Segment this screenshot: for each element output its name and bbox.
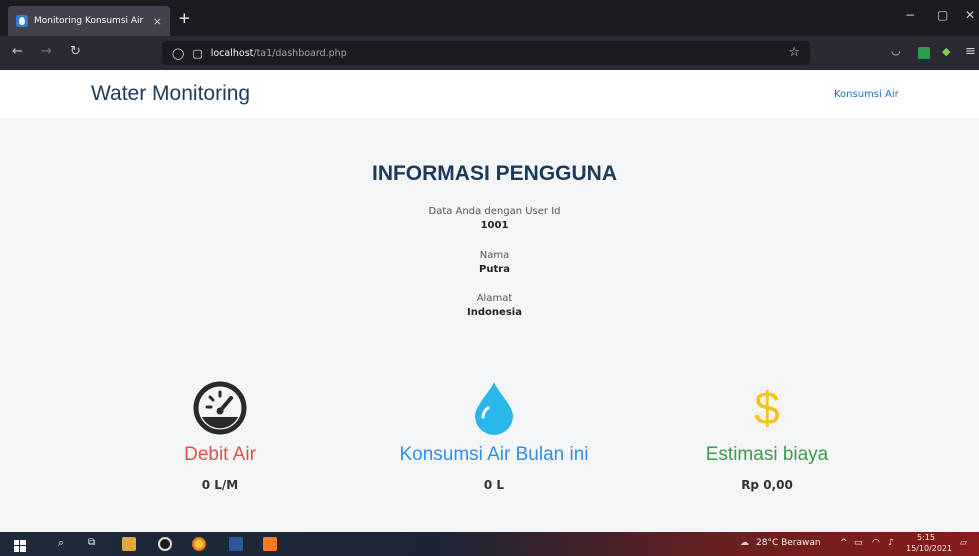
word-icon[interactable] xyxy=(229,537,243,551)
file-explorer-icon[interactable] xyxy=(122,537,136,551)
info-value: 1001 xyxy=(480,220,509,231)
browser-navbar: ← → ↻ ◯ ▢ localhost/ta1/dashboard.php ☆ … xyxy=(0,36,979,70)
pocket-icon[interactable]: ◡ xyxy=(891,44,901,57)
menu-icon[interactable]: ≡ xyxy=(965,44,976,59)
info-label: Nama xyxy=(479,250,510,261)
water-favicon-icon xyxy=(16,15,28,27)
maximize-icon[interactable]: ▢ xyxy=(937,8,948,22)
info-user-id: Data Anda dengan User Id 1001 xyxy=(0,206,979,231)
bookmark-star-icon[interactable]: ☆ xyxy=(788,45,800,60)
forward-icon[interactable]: → xyxy=(41,44,52,59)
url-bar[interactable]: ◯ ▢ localhost/ta1/dashboard.php ☆ xyxy=(162,41,810,65)
reload-icon[interactable]: ↻ xyxy=(70,44,81,59)
minimize-icon[interactable]: − xyxy=(905,8,915,22)
info-label: Alamat xyxy=(476,293,513,304)
volume-icon[interactable]: ♪ xyxy=(888,538,894,548)
extension-leaf-icon[interactable]: ◆ xyxy=(942,45,954,58)
stat-value: Rp 0,00 xyxy=(741,478,793,492)
url-host: localhost xyxy=(210,47,254,59)
weather-text[interactable]: 28°C Berawan xyxy=(756,538,821,548)
clock-date[interactable]: 15/10/2021 xyxy=(906,544,952,553)
stat-value: 0 L xyxy=(483,478,505,492)
obs-icon[interactable] xyxy=(158,537,172,551)
dashboard-main: INFORMASI PENGGUNA Data Anda dengan User… xyxy=(0,120,979,532)
wifi-icon[interactable]: ◠ xyxy=(872,538,880,548)
cloud-icon: ☁ xyxy=(740,538,749,548)
url-path: /ta1/dashboard.php xyxy=(253,47,347,59)
speedometer-icon xyxy=(90,381,350,435)
stat-value: 0 L/M xyxy=(201,478,239,492)
clock-time[interactable]: 5:15 xyxy=(917,533,935,542)
stat-title: Debit Air xyxy=(184,444,256,465)
tray-chevron-icon[interactable]: ^ xyxy=(840,538,848,548)
task-view-icon[interactable]: ⧉ xyxy=(88,537,95,548)
browser-tabbar: Monitoring Konsumsi Air × + − ▢ ✕ xyxy=(0,0,979,36)
notification-icon[interactable]: ▱ xyxy=(960,538,967,548)
info-title: INFORMASI PENGGUNA xyxy=(371,162,617,185)
firefox-icon[interactable] xyxy=(192,537,206,551)
info-alamat: Alamat Indonesia xyxy=(0,293,979,318)
site-header: Water Monitoring Konsumsi Air xyxy=(0,70,979,119)
info-label: Data Anda dengan User Id xyxy=(428,206,561,217)
brand-title[interactable]: Water Monitoring xyxy=(91,82,250,106)
stat-konsumsi-air: Konsumsi Air Bulan ini 0 L xyxy=(364,382,624,492)
stat-debit-air: Debit Air 0 L/M xyxy=(90,381,350,492)
info-nama: Nama Putra xyxy=(0,250,979,275)
stat-estimasi-biaya: $ Estimasi biaya Rp 0,00 xyxy=(637,382,897,492)
windows-taskbar: ⌕ ⧉ ☁ 28°C Berawan ^ ▭ ◠ ♪ 5:15 15/10/20… xyxy=(0,532,979,556)
stat-title: Estimasi biaya xyxy=(705,444,829,465)
browser-tab[interactable]: Monitoring Konsumsi Air × xyxy=(8,6,170,36)
page-icon: ▢ xyxy=(192,46,203,60)
search-icon[interactable]: ⌕ xyxy=(58,536,64,550)
info-value: Indonesia xyxy=(467,307,522,318)
shield-icon: ◯ xyxy=(172,46,185,60)
water-drop-icon xyxy=(364,382,624,435)
extension-green-icon[interactable] xyxy=(918,47,930,59)
xampp-icon[interactable] xyxy=(263,537,277,551)
stat-title: Konsumsi Air Bulan ini xyxy=(399,444,589,465)
network-icon[interactable]: ▭ xyxy=(854,538,863,548)
windows-start-icon[interactable] xyxy=(14,537,28,552)
close-window-icon[interactable]: ✕ xyxy=(965,8,975,22)
new-tab-button[interactable]: + xyxy=(178,9,191,27)
tab-close-icon[interactable]: × xyxy=(153,15,162,28)
info-value: Putra xyxy=(479,264,510,275)
tab-title: Monitoring Konsumsi Air xyxy=(34,16,144,26)
dollar-icon: $ xyxy=(754,382,780,434)
back-icon[interactable]: ← xyxy=(12,44,23,59)
nav-link-konsumsi-air[interactable]: Konsumsi Air xyxy=(834,89,899,100)
